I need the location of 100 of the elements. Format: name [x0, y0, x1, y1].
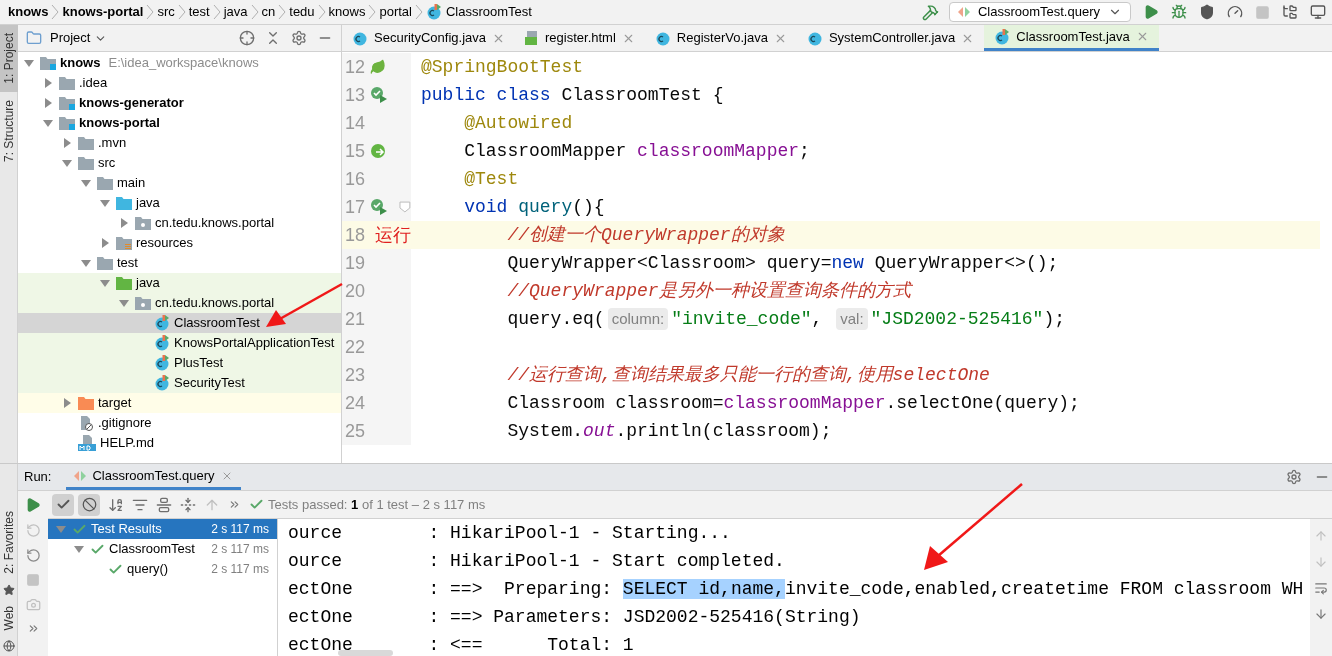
side-tab[interactable]: 1: Project [0, 25, 18, 92]
breadcrumb-item[interactable]: test [188, 2, 210, 22]
breadcrumb-item[interactable]: tedu [289, 2, 315, 22]
expand-arrow-icon[interactable] [62, 398, 72, 408]
class-icon [806, 30, 823, 46]
tree-item[interactable]: src [18, 153, 341, 173]
run-config-dropdown[interactable]: ClassroomTest.query [948, 2, 1131, 22]
code-token: //创建一个QueryWrapper的对象 [506, 223, 785, 247]
tree-item[interactable]: PlusTest [18, 353, 341, 373]
breadcrumb-item[interactable]: knows-portal [62, 2, 144, 22]
test-result-item[interactable]: ClassroomTest 2 s 117 ms [48, 539, 277, 559]
code-token: classroomMapper [723, 391, 886, 415]
more-icon[interactable] [228, 498, 241, 511]
locate-icon[interactable] [239, 30, 255, 46]
test-result-item[interactable]: query() 2 s 117 ms [48, 559, 277, 579]
side-tab[interactable]: Web [0, 597, 18, 638]
side-tab[interactable]: 7: Structure [0, 91, 18, 170]
panel-title[interactable]: Project [50, 28, 91, 48]
tree-item[interactable]: KnowsPortalApplicationTest [18, 333, 341, 353]
side-tab[interactable]: 2: Favorites [0, 502, 18, 582]
tree-item[interactable]: target [18, 393, 341, 413]
tree-item[interactable]: knows E:\idea_workspace\knows [18, 53, 341, 73]
ban-icon [81, 497, 97, 512]
breadcrumb-item[interactable]: knows [8, 2, 49, 22]
show-passed-toggle[interactable] [52, 493, 74, 516]
html-file-icon [525, 31, 539, 45]
window-icon[interactable] [1310, 4, 1326, 20]
show-ignored-toggle[interactable] [78, 493, 100, 516]
breadcrumb-item[interactable]: knows [328, 2, 366, 22]
settings-icon[interactable] [291, 30, 307, 46]
build-icon[interactable] [921, 3, 939, 21]
tree-item[interactable]: knows-portal [18, 113, 341, 133]
coverage-icon[interactable] [1199, 4, 1215, 20]
breadcrumb-item[interactable]: src [157, 2, 175, 22]
tree-item[interactable]: .gitignore [18, 413, 341, 433]
folder-icon [116, 236, 132, 250]
tree-item[interactable]: cn.tedu.knows.portal [18, 293, 341, 313]
tree-item[interactable]: knows-generator [18, 93, 341, 113]
markdown-file-icon [78, 435, 96, 451]
soft-wrap-icon[interactable] [1314, 581, 1328, 595]
code-token: out [583, 419, 616, 443]
breadcrumb-item[interactable]: portal [379, 2, 412, 22]
toggle-auto-test-icon[interactable] [25, 548, 41, 563]
tree-item[interactable]: resources [18, 233, 341, 253]
tree-item[interactable]: java [18, 193, 341, 213]
tree-item[interactable]: cn.tedu.knows.portal [18, 213, 341, 233]
separator-icon [250, 4, 259, 20]
expand-all-icon[interactable] [156, 496, 172, 513]
passed-icon [249, 497, 264, 512]
tree-item[interactable]: HELP.md [18, 433, 341, 453]
line-number: 15 [344, 139, 367, 163]
line-number: 25 [344, 419, 367, 443]
tree-item[interactable]: main [18, 173, 341, 193]
tree-item[interactable]: .idea [18, 73, 341, 93]
editor-tab[interactable]: SystemController.java [796, 25, 985, 51]
parameter-hint: val: [836, 307, 868, 331]
editor-tab[interactable]: ClassroomTest.java [984, 25, 1159, 51]
profile-icon[interactable] [1227, 4, 1243, 20]
test-config-icon [74, 469, 87, 482]
fold-icon[interactable] [399, 201, 411, 213]
line-number: 20 [344, 279, 367, 303]
breadcrumb-item[interactable]: cn [261, 2, 276, 22]
project-structure-icon[interactable] [1282, 4, 1298, 20]
line-number: 14 [344, 111, 367, 135]
console-line: ectOne : <== Total: 1 [288, 634, 635, 656]
editor-tab[interactable]: RegisterVo.java [644, 25, 797, 51]
code-token: , [811, 307, 824, 331]
bean-icon[interactable] [370, 143, 388, 159]
separator-icon [317, 4, 326, 20]
run-test-icon[interactable] [370, 86, 388, 104]
editor-tab[interactable]: SecurityConfig.java [342, 25, 515, 51]
tree-item[interactable]: java [18, 273, 341, 293]
code-token: query [518, 195, 573, 219]
tree-item[interactable]: test [18, 253, 341, 273]
run-tab[interactable]: ClassroomTest.query [66, 464, 241, 490]
collapse-all-icon[interactable] [180, 496, 196, 513]
test-result-item[interactable]: Test Results 2 s 117 ms [48, 519, 277, 539]
folder-icon [59, 96, 75, 110]
breadcrumb-item[interactable]: ClassroomTest [446, 2, 532, 22]
panel-title: Run: [24, 468, 52, 487]
scroll-to-end-icon[interactable] [1314, 607, 1328, 621]
tree-item[interactable]: ClassroomTest [18, 313, 341, 333]
sort-alphabetically-icon[interactable] [108, 496, 124, 513]
code-token: .selectOne(query); [885, 391, 1080, 415]
line-number: 21 [344, 307, 367, 331]
breadcrumb-item[interactable]: java [223, 2, 248, 22]
debug-icon[interactable] [1171, 4, 1187, 20]
code-token: //运行查询,查询结果最多只能一行的查询,使用selectOne [506, 363, 990, 387]
run-test-icon[interactable] [369, 198, 388, 216]
editor-tab[interactable]: register.html [515, 25, 645, 51]
code-token: ClassroomTest { [561, 83, 724, 107]
tree-item[interactable]: .mvn [18, 133, 341, 153]
rerun-icon[interactable] [25, 497, 41, 513]
settings-icon[interactable] [1286, 469, 1302, 485]
spring-leaf-icon [370, 59, 386, 75]
console-line: ectOne : ==> Parameters: JSD2002-525416(String) [288, 606, 862, 629]
run-icon[interactable] [1143, 4, 1159, 20]
tree-item[interactable]: SecurityTest [18, 373, 341, 393]
class-icon [994, 28, 1011, 45]
folder-icon [78, 136, 94, 150]
